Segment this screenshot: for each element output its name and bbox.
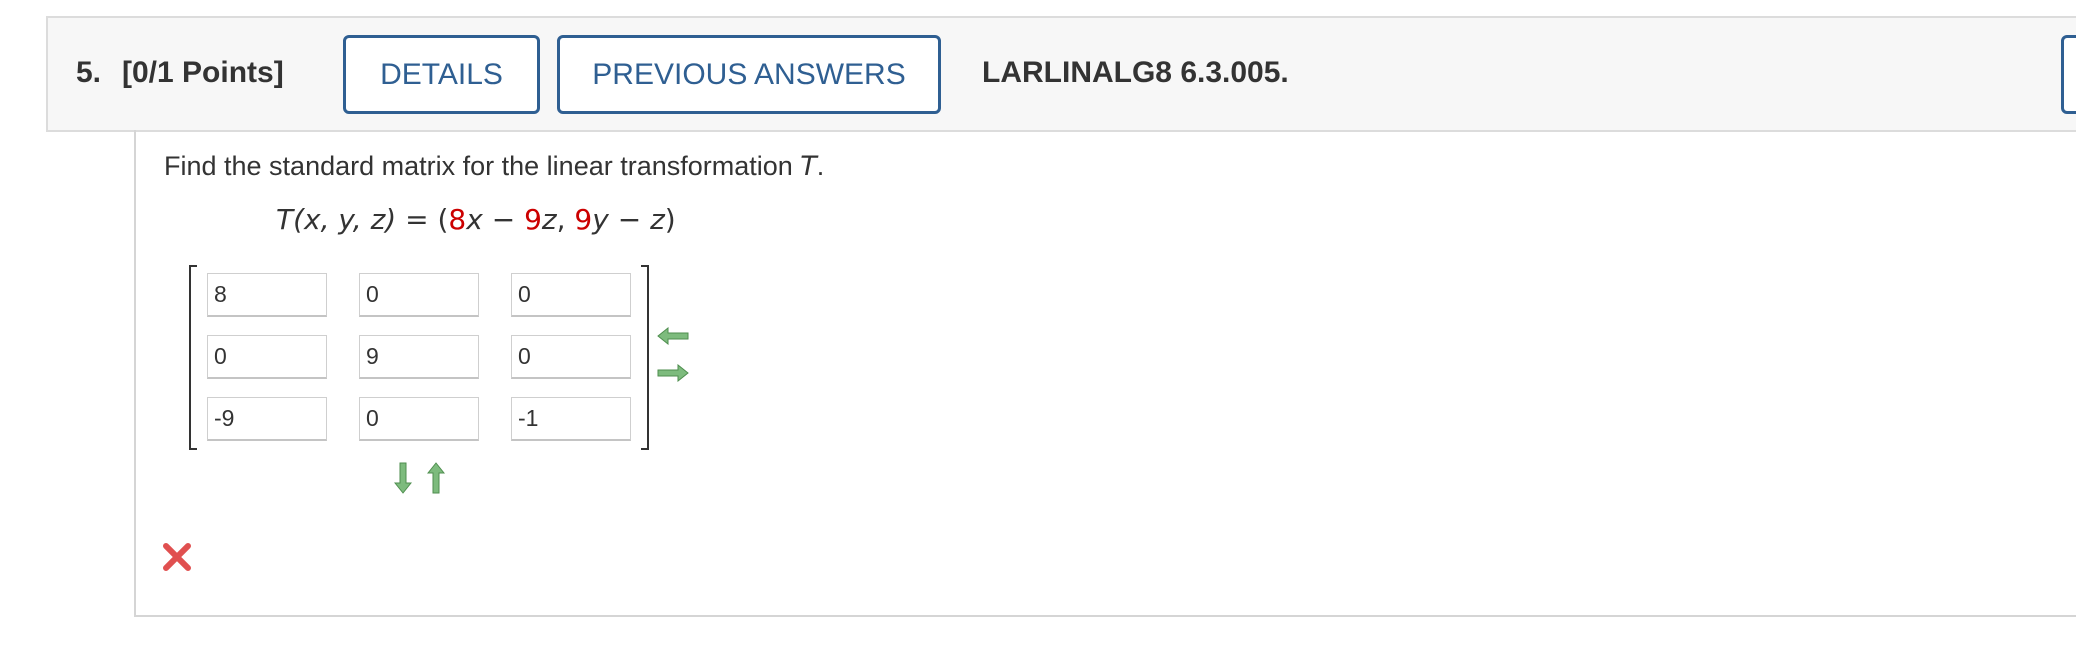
previous-answers-button[interactable]: PREVIOUS ANSWERS bbox=[557, 35, 941, 114]
add-column-arrow-icon[interactable] bbox=[657, 364, 689, 382]
question-points: [0/1 Points] bbox=[122, 56, 284, 89]
matrix-cell-r1c1[interactable] bbox=[207, 273, 327, 317]
eq-equals: = ( bbox=[396, 203, 449, 236]
matrix-left-bracket bbox=[189, 265, 197, 450]
matrix-cell-r2c3[interactable] bbox=[511, 335, 631, 379]
matrix-right-bracket bbox=[641, 265, 649, 450]
eq-comma: , bbox=[556, 203, 575, 236]
matrix-cell-r2c1[interactable] bbox=[207, 335, 327, 379]
question-number: 5. bbox=[76, 56, 102, 89]
matrix-cell-r2c2[interactable] bbox=[359, 335, 479, 379]
question-reference: LARLINALG8 6.3.005. bbox=[982, 56, 1289, 89]
eq-minus-2: − bbox=[608, 203, 651, 236]
transformation-equation: T(x, y, z) = (8x − 9z, 9y − z) bbox=[276, 203, 676, 236]
remove-row-arrow-icon[interactable] bbox=[427, 462, 445, 494]
eq-coefficient-3: 9 bbox=[574, 203, 593, 236]
eq-close: ) bbox=[664, 203, 676, 236]
eq-lhs: T(x, y, z) bbox=[276, 203, 397, 236]
matrix-cell-r3c2[interactable] bbox=[359, 397, 479, 441]
eq-var-2: z bbox=[541, 203, 557, 236]
question-prompt: Find the standard matrix for the linear … bbox=[164, 151, 824, 182]
prompt-end: . bbox=[816, 151, 825, 181]
prompt-variable: T bbox=[800, 151, 817, 182]
eq-coefficient-2: 9 bbox=[524, 203, 542, 236]
eq-var-3: y bbox=[592, 203, 609, 236]
matrix-cell-r3c3[interactable] bbox=[511, 397, 631, 441]
matrix-cell-r1c3[interactable] bbox=[511, 273, 631, 317]
prompt-text: Find the standard matrix for the linear … bbox=[164, 151, 801, 181]
eq-var-4: z bbox=[650, 203, 665, 236]
eq-coefficient-1: 8 bbox=[448, 203, 467, 236]
add-row-arrow-icon[interactable] bbox=[394, 462, 412, 494]
incorrect-x-icon bbox=[163, 543, 191, 571]
eq-var-1: x bbox=[466, 203, 483, 236]
remove-column-arrow-icon[interactable] bbox=[657, 327, 689, 345]
eq-minus-1: − bbox=[482, 203, 525, 236]
matrix-cell-r1c2[interactable] bbox=[359, 273, 479, 317]
details-button[interactable]: DETAILS bbox=[343, 35, 540, 114]
matrix-cell-r3c1[interactable] bbox=[207, 397, 327, 441]
header-button-partial[interactable] bbox=[2061, 35, 2076, 114]
